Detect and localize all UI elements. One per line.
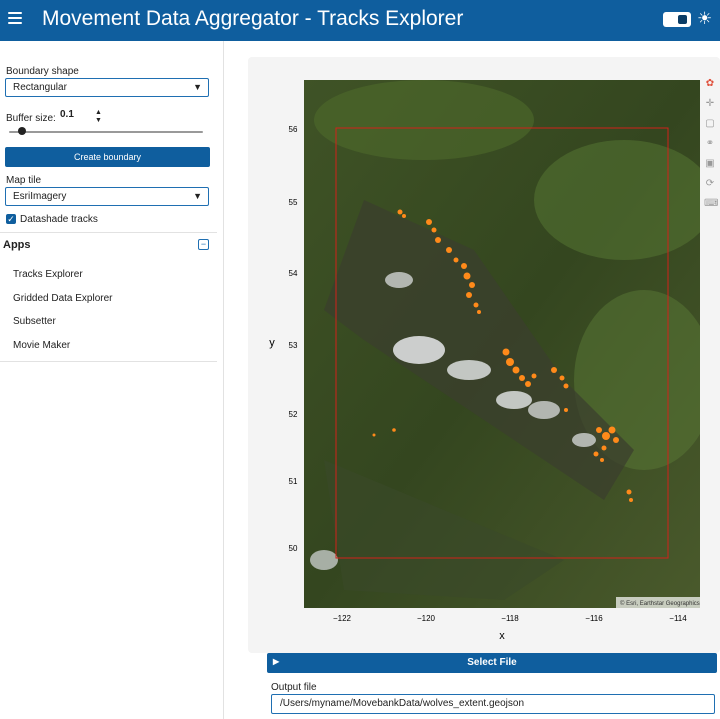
save-icon[interactable]: ▣ bbox=[704, 158, 716, 170]
hover-icon[interactable]: ⌨ bbox=[704, 198, 718, 210]
app-item-subsetter[interactable]: Subsetter bbox=[13, 316, 56, 327]
x-tick: −116 bbox=[585, 614, 603, 623]
y-tick: 50 bbox=[289, 544, 298, 553]
buffer-size-value[interactable]: 0.1 bbox=[60, 109, 74, 120]
x-axis: −122 −120 −118 −116 −114 x bbox=[333, 614, 687, 642]
y-tick: 55 bbox=[289, 198, 298, 207]
y-tick: 51 bbox=[289, 477, 298, 486]
map-canvas[interactable]: © Esri, Earthstar Geographics bbox=[304, 80, 700, 608]
output-file-input[interactable]: /Users/myname/MovebankData/wolves_extent… bbox=[271, 694, 715, 714]
x-tick: −118 bbox=[501, 614, 519, 623]
y-axis: y 56 55 54 53 52 51 50 bbox=[269, 125, 298, 553]
chevron-down-icon: ▼ bbox=[193, 82, 202, 92]
y-tick: 56 bbox=[289, 125, 298, 134]
theme-toggle[interactable] bbox=[663, 12, 691, 27]
chevron-down-icon: ▼ bbox=[193, 191, 202, 201]
x-tick: −120 bbox=[417, 614, 436, 623]
map-tile-select[interactable]: EsriImagery ▼ bbox=[5, 187, 209, 206]
app-title: Movement Data Aggregator - Tracks Explor… bbox=[42, 7, 464, 30]
bokeh-logo-icon[interactable]: ✿ bbox=[704, 78, 716, 90]
app-item-tracks-explorer[interactable]: Tracks Explorer bbox=[13, 269, 83, 280]
snow-patch bbox=[528, 401, 560, 419]
pan-icon[interactable]: ✛ bbox=[704, 98, 716, 110]
datashade-checkbox[interactable]: ✓ bbox=[6, 214, 16, 224]
snow-patch bbox=[385, 272, 413, 288]
buffer-slider-track[interactable] bbox=[9, 131, 203, 133]
sidebar: Boundary shape Rectangular ▼ Buffer size… bbox=[0, 41, 224, 719]
snow-patch bbox=[310, 550, 338, 570]
y-tick: 53 bbox=[289, 341, 298, 350]
x-axis-label: x bbox=[499, 630, 505, 642]
apps-title: Apps bbox=[3, 239, 31, 251]
hamburger-icon[interactable] bbox=[8, 12, 22, 26]
y-tick: 52 bbox=[289, 410, 298, 419]
output-file-label: Output file bbox=[271, 682, 317, 693]
map-tile-label: Map tile bbox=[6, 175, 42, 186]
buffer-slider-handle[interactable] bbox=[18, 127, 26, 135]
snow-patch bbox=[496, 391, 532, 409]
divider bbox=[0, 361, 217, 362]
land-patch bbox=[314, 80, 534, 160]
satellite-map[interactable]: © Esri, Earthstar Geographics bbox=[304, 80, 700, 608]
app-item-movie-maker[interactable]: Movie Maker bbox=[13, 340, 70, 351]
box-zoom-icon[interactable]: ▢ bbox=[704, 118, 716, 130]
collapse-icon[interactable]: − bbox=[198, 239, 209, 250]
select-file-button[interactable]: ▶ Select File bbox=[267, 653, 717, 673]
attribution-text: © Esri, Earthstar Geographics bbox=[620, 600, 700, 607]
datashade-label: Datashade tracks bbox=[20, 214, 98, 225]
snow-patch bbox=[393, 336, 445, 364]
stepper-icon[interactable]: ▲ ▼ bbox=[95, 109, 102, 125]
y-tick: 54 bbox=[289, 269, 298, 278]
boundary-shape-select[interactable]: Rectangular ▼ bbox=[5, 78, 209, 97]
buffer-size-label: Buffer size: bbox=[6, 113, 56, 124]
create-boundary-button[interactable]: Create boundary bbox=[5, 147, 210, 167]
sun-icon[interactable]: ☀ bbox=[697, 10, 713, 28]
snow-patch bbox=[447, 360, 491, 380]
x-tick: −114 bbox=[669, 614, 687, 623]
app-item-gridded-data-explorer[interactable]: Gridded Data Explorer bbox=[13, 293, 113, 304]
y-axis-label: y bbox=[269, 337, 275, 349]
reset-icon[interactable]: ⟳ bbox=[704, 178, 716, 190]
app-header: Movement Data Aggregator - Tracks Explor… bbox=[0, 0, 720, 41]
wheel-zoom-icon[interactable]: ⚭ bbox=[704, 138, 716, 150]
x-tick: −122 bbox=[333, 614, 352, 623]
snow-patch bbox=[572, 433, 596, 447]
boundary-shape-label: Boundary shape bbox=[6, 66, 79, 77]
plot-toolbar: ✿ ✛ ▢ ⚭ ▣ ⟳ ⌨ bbox=[702, 78, 718, 218]
divider bbox=[0, 232, 217, 233]
